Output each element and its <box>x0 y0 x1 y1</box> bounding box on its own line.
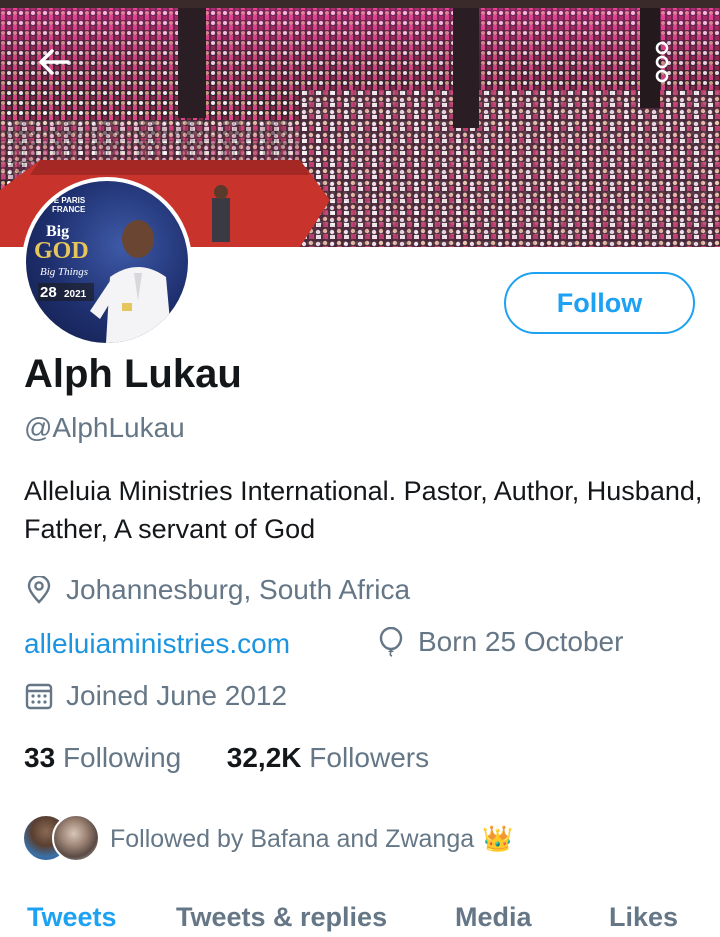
followed-by-row[interactable]: Followed by Bafana and Zwanga 👑 <box>22 814 513 864</box>
followers-stat[interactable]: 32,2K Followers <box>227 742 429 773</box>
avatar-image: DE PARIS FRANCE Big GOD Big Things 28 20… <box>26 181 188 343</box>
birthday-row: Born 25 October <box>376 626 623 658</box>
joined-row: Joined June 2012 <box>24 680 287 712</box>
website-link[interactable]: alleluiaministries.com <box>24 628 290 660</box>
more-options-button[interactable] <box>652 40 684 84</box>
tab-tweets-replies[interactable]: Tweets & replies <box>176 902 387 933</box>
more-vertical-icon <box>655 41 669 83</box>
tab-media[interactable]: Media <box>455 902 532 933</box>
avatar-text-god: GOD <box>34 238 89 264</box>
joined-text: Joined June 2012 <box>66 680 288 711</box>
followers-label: Followers <box>309 742 430 773</box>
avatar <box>52 814 100 862</box>
followers-count: 32,2K <box>226 742 302 773</box>
followed-by-text: Followed by Bafana and Zwanga <box>110 824 475 853</box>
profile-avatar[interactable]: DE PARIS FRANCE Big GOD Big Things 28 20… <box>22 177 192 347</box>
calendar-icon <box>24 681 54 711</box>
website-text[interactable]: alleluiaministries.com <box>24 628 290 660</box>
following-stat[interactable]: 33 Following <box>24 742 181 773</box>
follower-avatars <box>22 814 104 864</box>
avatar-text-things: Big Things <box>40 266 88 278</box>
following-label: Following <box>62 742 182 773</box>
following-count: 33 <box>24 742 56 773</box>
follow-button[interactable]: Follow <box>504 272 695 334</box>
balloon-icon <box>376 627 406 657</box>
profile-handle: @AlphLukau <box>24 412 185 443</box>
profile-name: Alph Lukau <box>24 352 242 396</box>
birthday-text: Born 25 October <box>418 626 624 657</box>
location-pin-icon <box>24 575 54 605</box>
avatar-text-top2: FRANCE <box>52 205 86 214</box>
location-row: Johannesburg, South Africa <box>24 574 410 606</box>
avatar-text-top: DE PARIS <box>48 196 86 205</box>
location-text: Johannesburg, South Africa <box>66 574 411 605</box>
avatar-text-day: 28 <box>40 284 57 301</box>
avatar-text-year: 2021 <box>64 289 87 300</box>
back-button[interactable] <box>34 42 78 86</box>
profile-bio: Alleluia Ministries International. Pasto… <box>24 476 703 544</box>
crown-icon: 👑 <box>482 824 514 853</box>
follow-stats: 33 Following 32,2K Followers <box>24 742 429 774</box>
arrow-left-icon <box>39 49 70 75</box>
profile-tabs: Tweets Tweets & replies Media Likes <box>0 898 720 937</box>
tab-tweets[interactable]: Tweets <box>27 902 117 933</box>
tab-likes[interactable]: Likes <box>609 902 678 933</box>
